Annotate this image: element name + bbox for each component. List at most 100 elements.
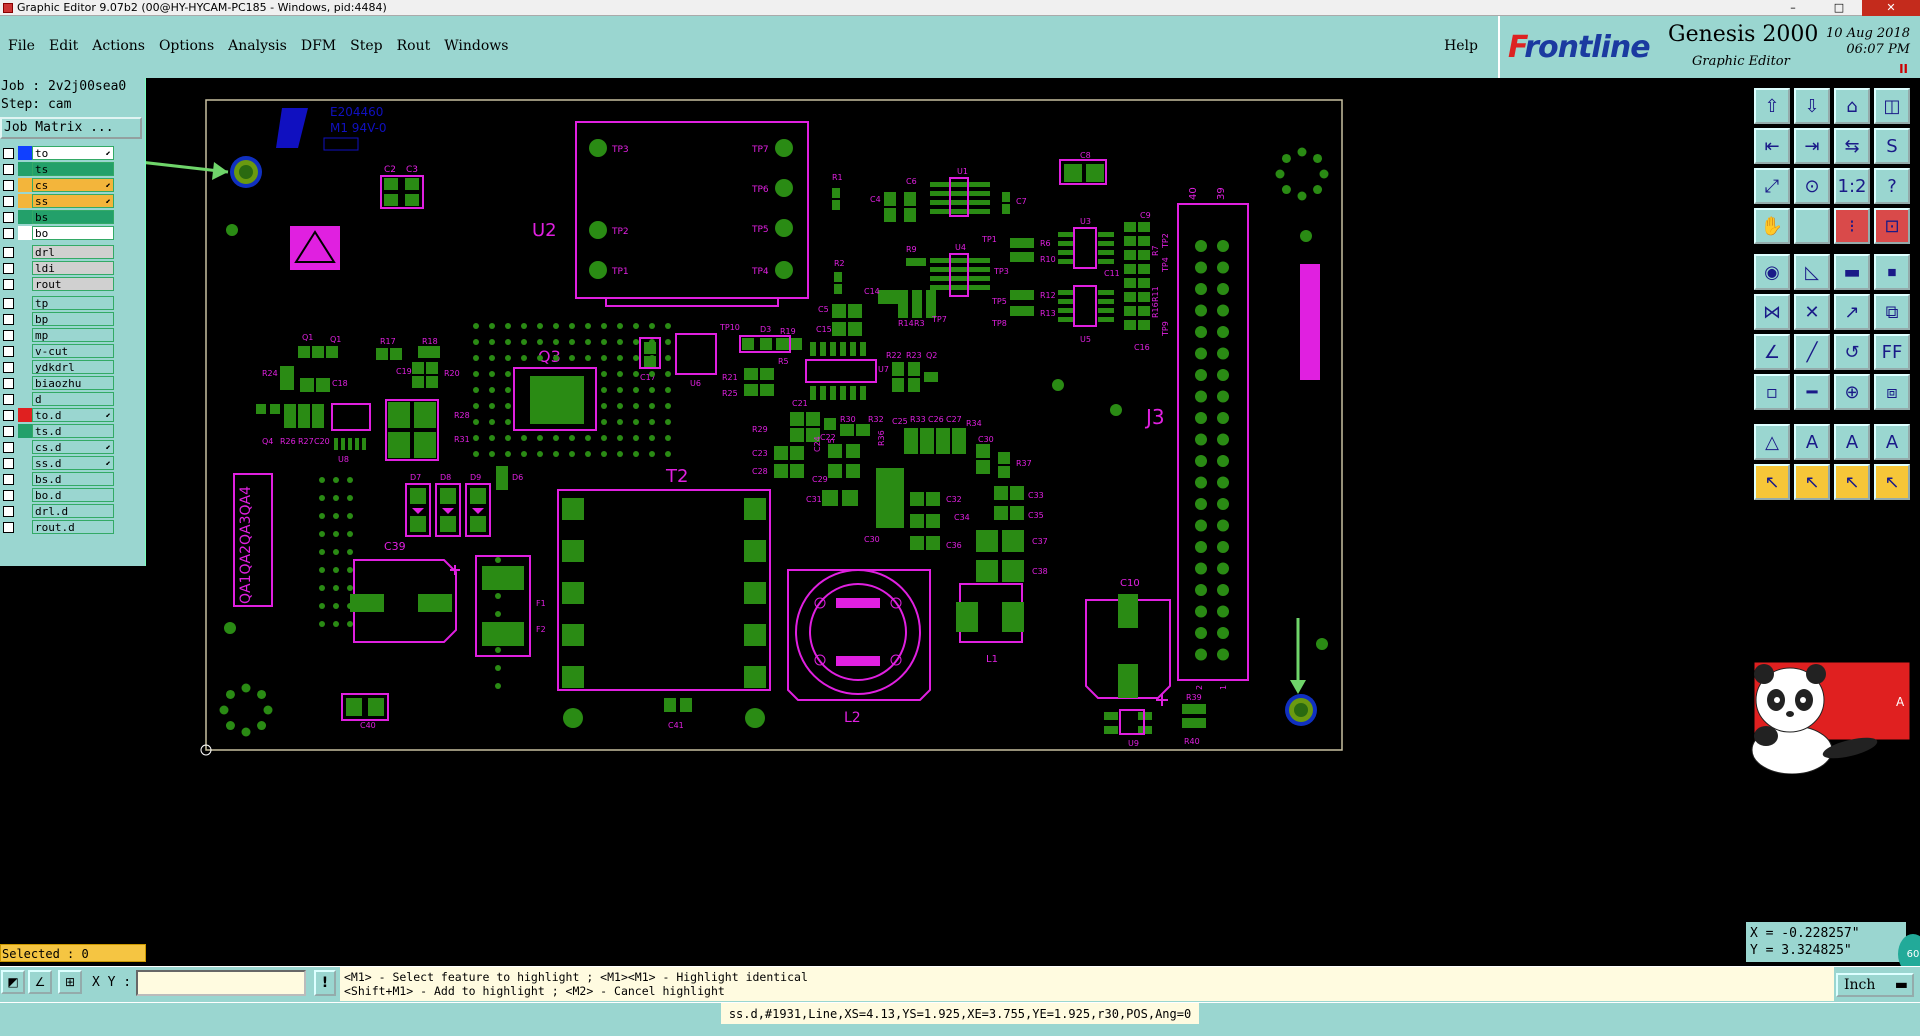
group-icon[interactable]: ⧈ [1874,374,1910,410]
line-icon[interactable]: ━ [1794,374,1830,410]
layer-row-bo[interactable]: bo [0,225,145,241]
layer-name[interactable]: mp [32,328,114,342]
layer-checkbox[interactable] [3,147,14,159]
hand-icon[interactable]: ✋ [1754,208,1790,244]
pointer-icon[interactable]: ↗ [1834,294,1870,330]
close-icon[interactable]: ✕ [1862,0,1920,16]
layer-checkbox[interactable] [3,473,14,485]
layer-checkbox[interactable] [3,195,14,207]
layer-name[interactable]: v-cut [32,344,114,358]
help-icon[interactable]: ? [1874,168,1910,204]
layer-name[interactable]: bs.d [32,472,114,486]
tile-icon[interactable]: ⊡ [1874,208,1910,244]
layer-checkbox[interactable] [3,361,14,373]
cursor1-icon[interactable]: ↖ [1754,464,1790,500]
layer-name[interactable]: ts [32,162,114,176]
units-select[interactable]: Inch ▬ [1836,973,1914,997]
layer-name[interactable]: drl [32,245,114,259]
layer-checkbox[interactable] [3,163,14,175]
layer-checkbox[interactable] [3,457,14,469]
tri4-icon[interactable]: A [1874,424,1910,460]
cursor4-icon[interactable]: ↖ [1874,464,1910,500]
layer-row-rout-d[interactable]: rout.d [0,519,145,535]
layer-row-rout[interactable]: rout [0,276,145,292]
layer-checkbox[interactable] [3,409,14,421]
layer-name[interactable]: to ⬋ [32,146,114,160]
cross-icon[interactable]: ✕ [1794,294,1830,330]
home-icon[interactable]: ⌂ [1834,88,1870,124]
snake-icon[interactable]: S [1874,128,1910,164]
angle-icon[interactable]: ∠ [1754,334,1790,370]
layer-name[interactable]: ss ⬋ [32,194,114,208]
layer-name[interactable]: ldi [32,261,114,275]
menu-dfm[interactable]: DFM [301,38,336,54]
menu-file[interactable]: File [8,38,35,54]
layer-name[interactable]: cs.d ⬋ [32,440,114,454]
layer-checkbox[interactable] [3,425,14,437]
xy-input[interactable] [136,970,306,996]
blank-icon[interactable] [1794,208,1830,244]
menu-help[interactable]: Help [1444,38,1478,54]
layer-row-tp[interactable]: tp [0,295,145,311]
layer-checkbox[interactable] [3,313,14,325]
layer-row-to[interactable]: to ⬋ [0,145,145,161]
menu-windows[interactable]: Windows [444,38,508,54]
layer-row-mp[interactable]: mp [0,327,145,343]
net-icon[interactable]: ⋈ [1754,294,1790,330]
pause-icon[interactable]: II [1899,62,1908,76]
layer-name[interactable]: ss.d ⬋ [32,456,114,470]
layer-name[interactable]: bo.d [32,488,114,502]
in-icon[interactable]: ⇤ [1754,128,1790,164]
layer-name[interactable]: ts.d [32,424,114,438]
resize-icon[interactable]: ◩ [1,970,25,994]
layer-name[interactable]: bo [32,226,114,240]
tri3-icon[interactable]: A [1834,424,1870,460]
layer-checkbox[interactable] [3,521,14,533]
fit-icon[interactable]: ⤢ [1754,168,1790,204]
layer-checkbox[interactable] [3,377,14,389]
layer-row-cs[interactable]: cs ⬋ [0,177,145,193]
layer-row-ldi[interactable]: ldi [0,260,145,276]
layer-row-ts-d[interactable]: ts.d [0,423,145,439]
layer-row-drl-d[interactable]: drl.d [0,503,145,519]
layer-checkbox[interactable] [3,345,14,357]
pad-icon[interactable]: ▫ [1754,374,1790,410]
grid-icon[interactable]: ⊞ [58,970,82,994]
menu-step[interactable]: Step [350,38,382,54]
slash-icon[interactable]: ╱ [1794,334,1830,370]
pcb-canvas[interactable]: E204460 M1 94V-0 TP3 TP2 TP1 TP7 TP6 TP5 TP4 U2 C2… [146,78,1746,966]
layer-name[interactable]: to.d ⬋ [32,408,114,422]
layer-row-biaozhu[interactable]: biaozhu [0,375,145,391]
layer-row-ss-d[interactable]: ss.d ⬋ [0,455,145,471]
layer-row-bs-d[interactable]: bs.d [0,471,145,487]
layer-row-d[interactable]: d [0,391,145,407]
layer-row-ss[interactable]: ss ⬋ [0,193,145,209]
layer-checkbox[interactable] [3,297,14,309]
cursor2-icon[interactable]: ↖ [1794,464,1830,500]
feat-icon[interactable]: ⧉ [1874,294,1910,330]
target-icon[interactable]: ⊕ [1834,374,1870,410]
layer-checkbox[interactable] [3,393,14,405]
menu-analysis[interactable]: Analysis [228,38,287,54]
layer-checkbox[interactable] [3,441,14,453]
layer-name[interactable]: bp [32,312,114,326]
save-icon[interactable]: ⇩ [1794,88,1830,124]
layer-checkbox[interactable] [3,227,14,239]
menu-actions[interactable]: Actions [92,38,145,54]
out-icon[interactable]: ⇥ [1794,128,1830,164]
layer-row-cs-d[interactable]: cs.d ⬋ [0,439,145,455]
layer-checkbox[interactable] [3,278,14,290]
layer-checkbox[interactable] [3,489,14,501]
stop-icon[interactable]: ⏹ [1874,254,1910,290]
layer-checkbox[interactable] [3,211,14,223]
menu-rout[interactable]: Rout [397,38,431,54]
measure-icon[interactable]: ∠ [28,970,52,994]
tri2-icon[interactable]: A [1794,424,1830,460]
layer-name[interactable]: drl.d [32,504,114,518]
layer-name[interactable]: cs ⬋ [32,178,114,192]
cursor3-icon[interactable]: ↖ [1834,464,1870,500]
layer-name[interactable]: biaozhu [32,376,114,390]
layer-checkbox[interactable] [3,505,14,517]
layer-name[interactable]: rout.d [32,520,114,534]
ruler-icon[interactable]: ▬ [1834,254,1870,290]
